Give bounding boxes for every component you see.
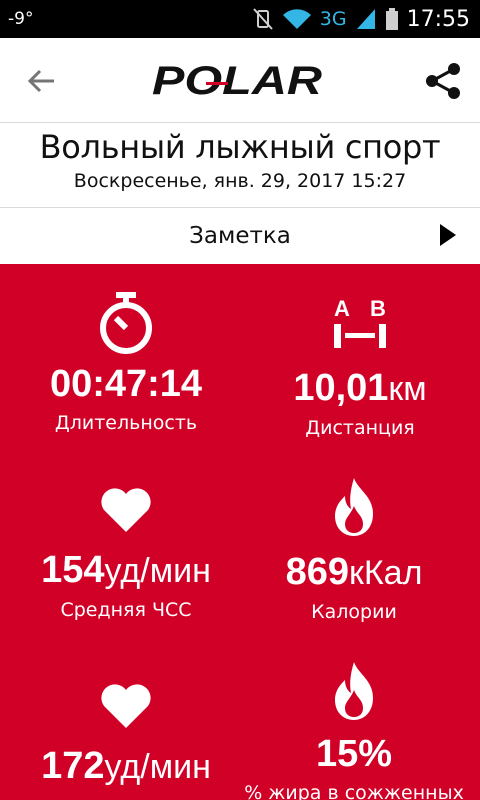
distance-label: Дистанция bbox=[305, 417, 415, 439]
fat-percent-value: 15% bbox=[315, 733, 393, 775]
stat-avg-hr: 154уд/мин Средняя ЧСС bbox=[6, 486, 246, 623]
distance-unit: км bbox=[388, 370, 427, 408]
distance-value: 10,01 bbox=[293, 367, 389, 409]
signal-icon bbox=[356, 9, 375, 29]
stat-calories: 869кКал Калории bbox=[234, 476, 474, 625]
svg-text:A: A bbox=[334, 296, 350, 321]
note-label: Заметка bbox=[189, 223, 291, 249]
app-bar: POLAR bbox=[0, 38, 480, 123]
flame-icon bbox=[335, 662, 373, 720]
wifi-icon bbox=[282, 9, 311, 29]
stat-fat-percent: 15% % жира в сожженных bbox=[234, 660, 474, 800]
duration-value: 00:47:14 bbox=[49, 363, 203, 405]
status-bar: -9° 3G 17:55 bbox=[0, 0, 480, 38]
session-datetime: Воскресенье, янв. 29, 2017 15:27 bbox=[73, 170, 407, 192]
stats-panel: 00:47:14 Длительность A B 10,01км Дистан… bbox=[0, 264, 480, 800]
stopwatch-icon bbox=[100, 292, 152, 354]
session-title: Вольный лыжный спорт bbox=[39, 128, 441, 166]
clock: 17:55 bbox=[406, 6, 470, 32]
network-type: 3G bbox=[319, 8, 347, 30]
temperature-indicator: -9° bbox=[8, 9, 34, 29]
max-hr-unit: уд/мин bbox=[104, 748, 211, 786]
duration-label: Длительность bbox=[54, 412, 198, 434]
stat-duration: 00:47:14 Длительность bbox=[6, 290, 246, 436]
battery-icon bbox=[385, 8, 398, 30]
back-arrow-icon[interactable] bbox=[26, 65, 58, 97]
distance-ab-icon: A B bbox=[334, 296, 386, 348]
polar-logo: POLAR bbox=[152, 60, 322, 102]
avg-hr-unit: уд/мин bbox=[104, 552, 211, 590]
vibrate-mute-icon bbox=[253, 8, 273, 30]
note-row[interactable]: Заметка bbox=[0, 209, 480, 264]
calories-label: Калории bbox=[311, 601, 397, 623]
avg-hr-label: Средняя ЧСС bbox=[60, 599, 192, 621]
calories-value: 869 bbox=[285, 551, 349, 593]
fat-percent-label: % жира в сожженных bbox=[244, 782, 464, 800]
status-icons: 3G 17:55 bbox=[252, 4, 470, 34]
flame-icon bbox=[335, 478, 373, 536]
calories-unit: кКал bbox=[348, 554, 423, 592]
session-header: Вольный лыжный спорт Воскресенье, янв. 2… bbox=[0, 124, 480, 208]
stat-distance: A B 10,01км Дистанция bbox=[240, 294, 480, 441]
heart-icon bbox=[101, 488, 151, 532]
share-icon[interactable] bbox=[422, 60, 464, 102]
stat-max-hr: 172уд/мин bbox=[6, 682, 246, 793]
play-arrow-icon bbox=[440, 224, 456, 246]
svg-text:B: B bbox=[370, 296, 386, 321]
svg-text:POLAR: POLAR bbox=[152, 60, 322, 102]
max-hr-value: 172 bbox=[41, 745, 105, 787]
avg-hr-value: 154 bbox=[41, 549, 105, 591]
heart-icon bbox=[101, 684, 151, 728]
